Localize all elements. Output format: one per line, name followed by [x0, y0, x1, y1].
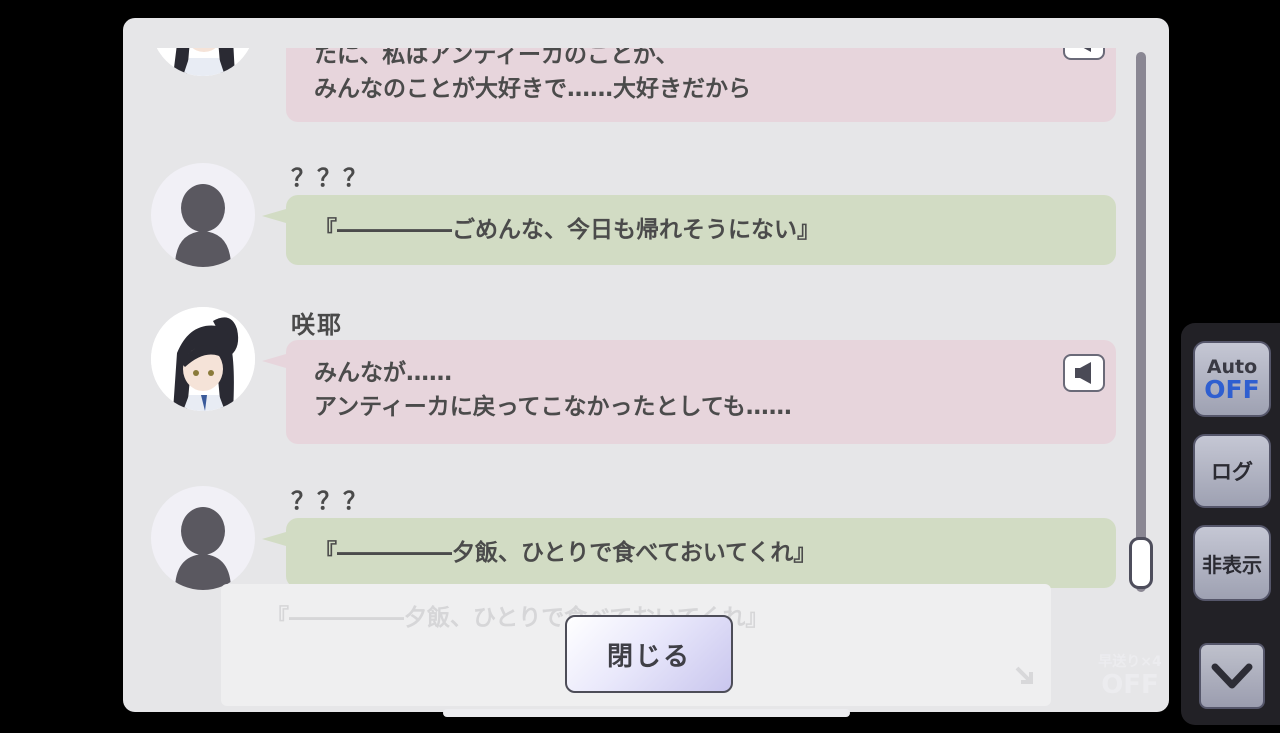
fast-forward-button[interactable]: 早送り×4 OFF	[1092, 637, 1168, 707]
message-list: たに、私はアンティーカのことが、 みんなのことが大好きで……大好きだから ？？？…	[123, 48, 1169, 620]
message-line: 『―――――ごめんな、今日も帰れそうにない』	[314, 217, 820, 243]
hide-label: 非表示	[1202, 552, 1262, 577]
voice-play-button[interactable]	[1063, 354, 1105, 392]
fast-forward-label: 早送り×4	[1098, 654, 1162, 670]
speaker-name: ？？？	[291, 164, 369, 192]
scrollbar-thumb[interactable]	[1129, 537, 1153, 589]
fast-forward-state: OFF	[1101, 670, 1159, 700]
arrow-icon	[1015, 666, 1033, 684]
avatar-sakuya	[151, 307, 255, 411]
scrollbar-track[interactable]	[1136, 52, 1146, 592]
home-indicator	[443, 709, 850, 717]
scroll-down-button[interactable]	[1199, 643, 1265, 709]
avatar-sakuya	[151, 48, 255, 76]
message-bubble: 『―――――夕飯、ひとりで食べておいてくれ』	[262, 518, 1116, 588]
message-bubble: 『―――――ごめんな、今日も帰れそうにない』	[262, 195, 1116, 265]
chevron-down-icon	[1211, 663, 1253, 689]
avatar-unknown	[151, 163, 255, 267]
log-button[interactable]: ログ	[1193, 434, 1271, 508]
message-bubble: みんなが…… アンティーカに戻ってこなかったとしても……	[262, 340, 1116, 444]
speaker-name: ？？？	[291, 487, 369, 515]
message-line: 『―――――夕飯、ひとりで食べておいてくれ』	[314, 540, 817, 566]
message-line: アンティーカに戻ってこなかったとしても……	[314, 394, 792, 420]
close-button[interactable]: 閉じる	[565, 615, 733, 693]
message-line: みんなのことが大好きで……大好きだから	[314, 76, 751, 102]
speaker-name: 咲耶	[291, 311, 343, 339]
hide-ui-button[interactable]: 非表示	[1193, 525, 1271, 601]
auto-toggle-button[interactable]: Auto OFF	[1193, 341, 1271, 417]
message-bubble: たに、私はアンティーカのことが、 みんなのことが大好きで……大好きだから	[286, 48, 1116, 122]
message-line: みんなが……	[314, 360, 452, 386]
message-log-panel: たに、私はアンティーカのことが、 みんなのことが大好きで……大好きだから ？？？…	[123, 18, 1169, 712]
silhouette-icon	[175, 184, 231, 267]
silhouette-icon	[175, 507, 231, 590]
speaker-icon	[1075, 362, 1091, 384]
log-label: ログ	[1211, 460, 1253, 484]
speaker-icon	[1083, 48, 1091, 52]
character-portrait-icon	[151, 48, 255, 76]
voice-play-button[interactable]	[1063, 48, 1105, 60]
avatar-unknown	[151, 486, 255, 590]
auto-state: OFF	[1204, 375, 1260, 404]
character-portrait-icon	[151, 307, 255, 411]
message-line: たに、私はアンティーカのことが、	[314, 48, 679, 68]
